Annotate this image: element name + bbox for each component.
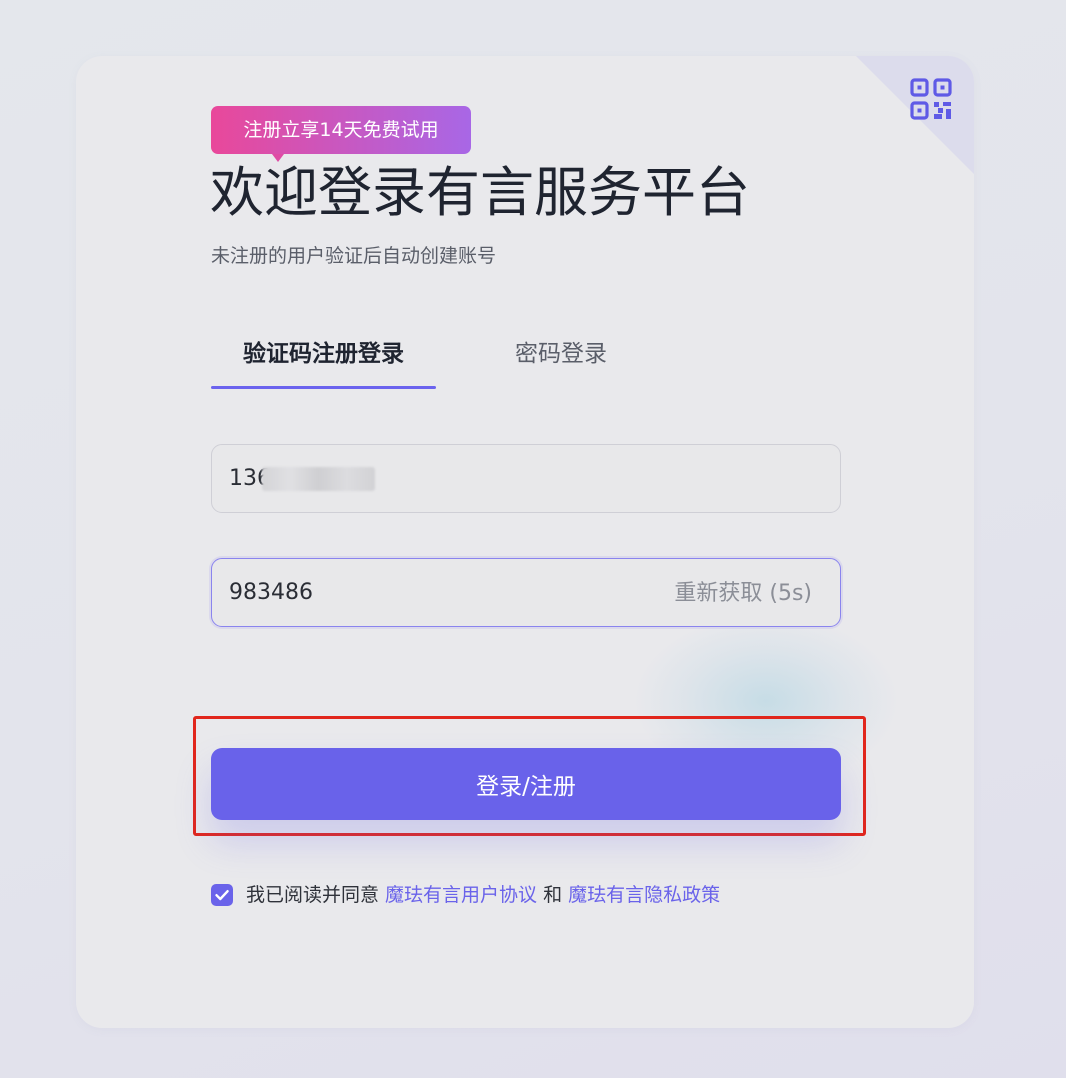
page-subtitle: 未注册的用户验证后自动创建账号 xyxy=(211,245,497,267)
code-field: 重新获取 (5s) xyxy=(211,558,841,627)
resend-code-button[interactable]: 重新获取 (5s) xyxy=(674,559,812,628)
agreement-checkbox[interactable] xyxy=(211,884,233,906)
login-card: 注册立享14天免费试用 欢迎登录有言服务平台 未注册的用户验证后自动创建账号 验… xyxy=(76,56,974,1028)
privacy-policy-link[interactable]: 魔珐有言隐私政策 xyxy=(568,884,720,906)
page-title: 欢迎登录有言服务平台 xyxy=(210,161,750,224)
tab-sms-login[interactable]: 验证码注册登录 xyxy=(211,336,436,372)
active-tab-indicator xyxy=(211,386,436,389)
agreement-prefix: 我已阅读并同意 xyxy=(246,884,386,906)
phone-redaction-mask xyxy=(262,467,375,491)
agreement-text: 我已阅读并同意 魔珐有言用户协议 和 魔珐有言隐私政策 xyxy=(246,880,720,910)
tab-password-login[interactable]: 密码登录 xyxy=(491,336,631,372)
user-agreement-link[interactable]: 魔珐有言用户协议 xyxy=(385,884,537,906)
trial-badge: 注册立享14天免费试用 xyxy=(211,106,471,154)
checkmark-icon xyxy=(215,890,229,901)
qr-code-icon[interactable] xyxy=(910,78,952,120)
phone-field xyxy=(211,444,841,513)
agreement-connector: 和 xyxy=(537,884,569,906)
login-register-button[interactable]: 登录/注册 xyxy=(211,748,841,820)
